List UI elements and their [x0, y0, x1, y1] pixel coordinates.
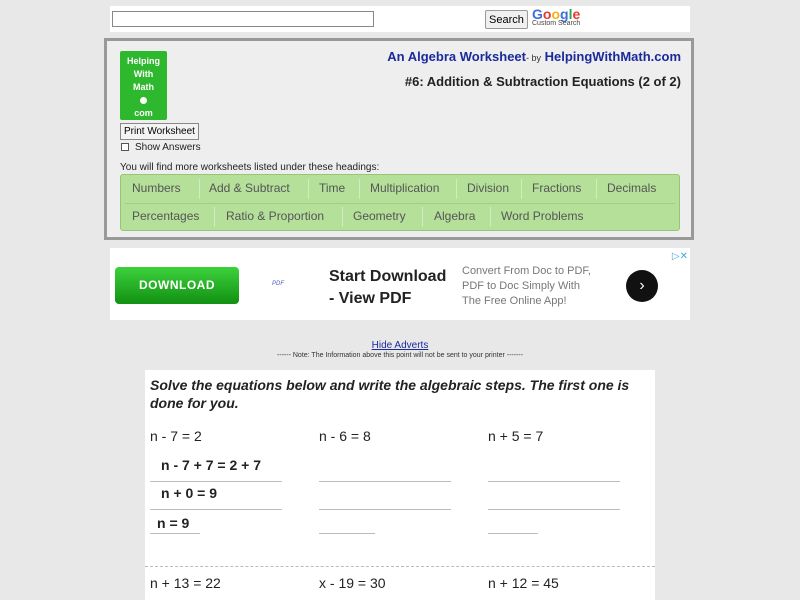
- nav-item-fractions[interactable]: Fractions: [532, 181, 581, 195]
- by-label: - by: [525, 53, 541, 63]
- worksheet-subtitle: #6: Addition & Subtraction Equations (2 …: [404, 74, 681, 89]
- problem-1: n - 7 = 2: [150, 428, 202, 444]
- nav-divider: [456, 179, 457, 199]
- problem-5: x - 19 = 30: [319, 575, 386, 591]
- logo-text-line: Helping: [127, 56, 160, 66]
- problem-6: n + 12 = 45: [488, 575, 559, 591]
- category-nav: Numbers Add & Subtract Time Multiplicati…: [120, 174, 680, 231]
- worksheet-content: Solve the equations below and write the …: [145, 370, 655, 600]
- nav-item-algebra[interactable]: Algebra: [434, 209, 475, 223]
- ad-body-text: Convert From Doc to PDF, PDF to Doc Simp…: [462, 264, 591, 309]
- problem-row-divider: [145, 566, 655, 567]
- nav-item-numbers[interactable]: Numbers: [132, 181, 181, 195]
- hide-adverts-link[interactable]: Hide Adverts: [0, 340, 800, 351]
- search-bar: Search Google Custom Search: [110, 6, 690, 32]
- answer-line: [488, 509, 620, 510]
- show-answers-label: Show Answers: [135, 142, 201, 153]
- nav-item-multiplication[interactable]: Multiplication: [370, 181, 439, 195]
- worksheet-header-panel: Helping With Math com Print Worksheet Sh…: [104, 38, 694, 240]
- worked-step-3: n = 9: [157, 515, 190, 531]
- nav-divider: [308, 179, 309, 199]
- show-answers-toggle[interactable]: Show Answers: [121, 142, 201, 153]
- answer-line: [488, 533, 538, 534]
- worked-step-1: n - 7 + 7 = 2 + 7: [161, 457, 262, 473]
- chevron-right-icon[interactable]: ›: [626, 270, 658, 302]
- nav-item-decimals[interactable]: Decimals: [607, 181, 656, 195]
- nav-divider: [359, 179, 360, 199]
- ad-brand-logo: PDF: [272, 281, 284, 287]
- search-button[interactable]: Search: [485, 10, 528, 29]
- answer-line: [319, 509, 451, 510]
- logo-text-line: Math: [133, 82, 154, 92]
- logo-text-line: com: [134, 108, 153, 118]
- google-custom-search-label: Custom Search: [532, 20, 581, 27]
- page-title: An Algebra Worksheet- by HelpingWithMath…: [387, 49, 681, 64]
- problem-2: n - 6 = 8: [319, 428, 371, 444]
- nav-item-ratio-proportion[interactable]: Ratio & Proportion: [226, 209, 324, 223]
- ad-choices-close-icon[interactable]: ▷✕: [672, 251, 688, 262]
- ad-body-line: Convert From Doc to PDF,: [462, 265, 591, 277]
- ad-headline[interactable]: Start Download - View PDF: [329, 266, 446, 310]
- ad-download-button[interactable]: DOWNLOAD: [115, 267, 239, 304]
- nav-item-time[interactable]: Time: [319, 181, 345, 195]
- site-logo[interactable]: Helping With Math com: [120, 51, 167, 120]
- logo-text-line: With: [133, 69, 154, 79]
- answer-line: [319, 481, 451, 482]
- answer-line: [150, 509, 282, 510]
- answer-line: [488, 481, 620, 482]
- print-worksheet-button[interactable]: Print Worksheet: [120, 123, 199, 140]
- nav-item-division[interactable]: Division: [467, 181, 509, 195]
- checkbox-icon[interactable]: [121, 143, 129, 152]
- problem-3: n + 5 = 7: [488, 428, 544, 444]
- nav-item-word-problems[interactable]: Word Problems: [501, 209, 583, 223]
- worked-step-2: n + 0 = 9: [161, 485, 218, 501]
- nav-divider: [596, 179, 597, 199]
- nav-item-percentages[interactable]: Percentages: [132, 209, 199, 223]
- headings-note: You will find more worksheets listed und…: [120, 162, 380, 173]
- ad-headline-line: Start Download: [329, 268, 447, 285]
- answer-line: [319, 533, 375, 534]
- answer-line: [150, 533, 200, 534]
- printer-note: ------ Note: The Information above this …: [276, 352, 524, 359]
- nav-row-divider: [125, 203, 675, 204]
- ad-headline-line: - View PDF: [329, 290, 412, 307]
- nav-divider: [214, 207, 215, 227]
- nav-divider: [199, 179, 200, 199]
- problem-4: n + 13 = 22: [150, 575, 221, 591]
- search-input[interactable]: [112, 11, 374, 27]
- logo-dot-icon: [120, 94, 167, 107]
- worksheet-instructions: Solve the equations below and write the …: [150, 377, 630, 411]
- nav-divider: [490, 207, 491, 227]
- ad-body-line: The Free Online App!: [462, 295, 567, 307]
- nav-item-add-subtract[interactable]: Add & Subtract: [209, 181, 290, 195]
- site-name-link[interactable]: HelpingWithMath.com: [545, 49, 681, 64]
- nav-divider: [422, 207, 423, 227]
- nav-divider: [342, 207, 343, 227]
- advertisement-banner[interactable]: DOWNLOAD PDF Start Download - View PDF C…: [110, 248, 690, 320]
- nav-item-geometry[interactable]: Geometry: [353, 209, 406, 223]
- ad-body-line: PDF to Doc Simply With: [462, 280, 580, 292]
- nav-divider: [521, 179, 522, 199]
- worksheet-title-link[interactable]: An Algebra Worksheet: [387, 49, 526, 64]
- answer-line: [150, 481, 282, 482]
